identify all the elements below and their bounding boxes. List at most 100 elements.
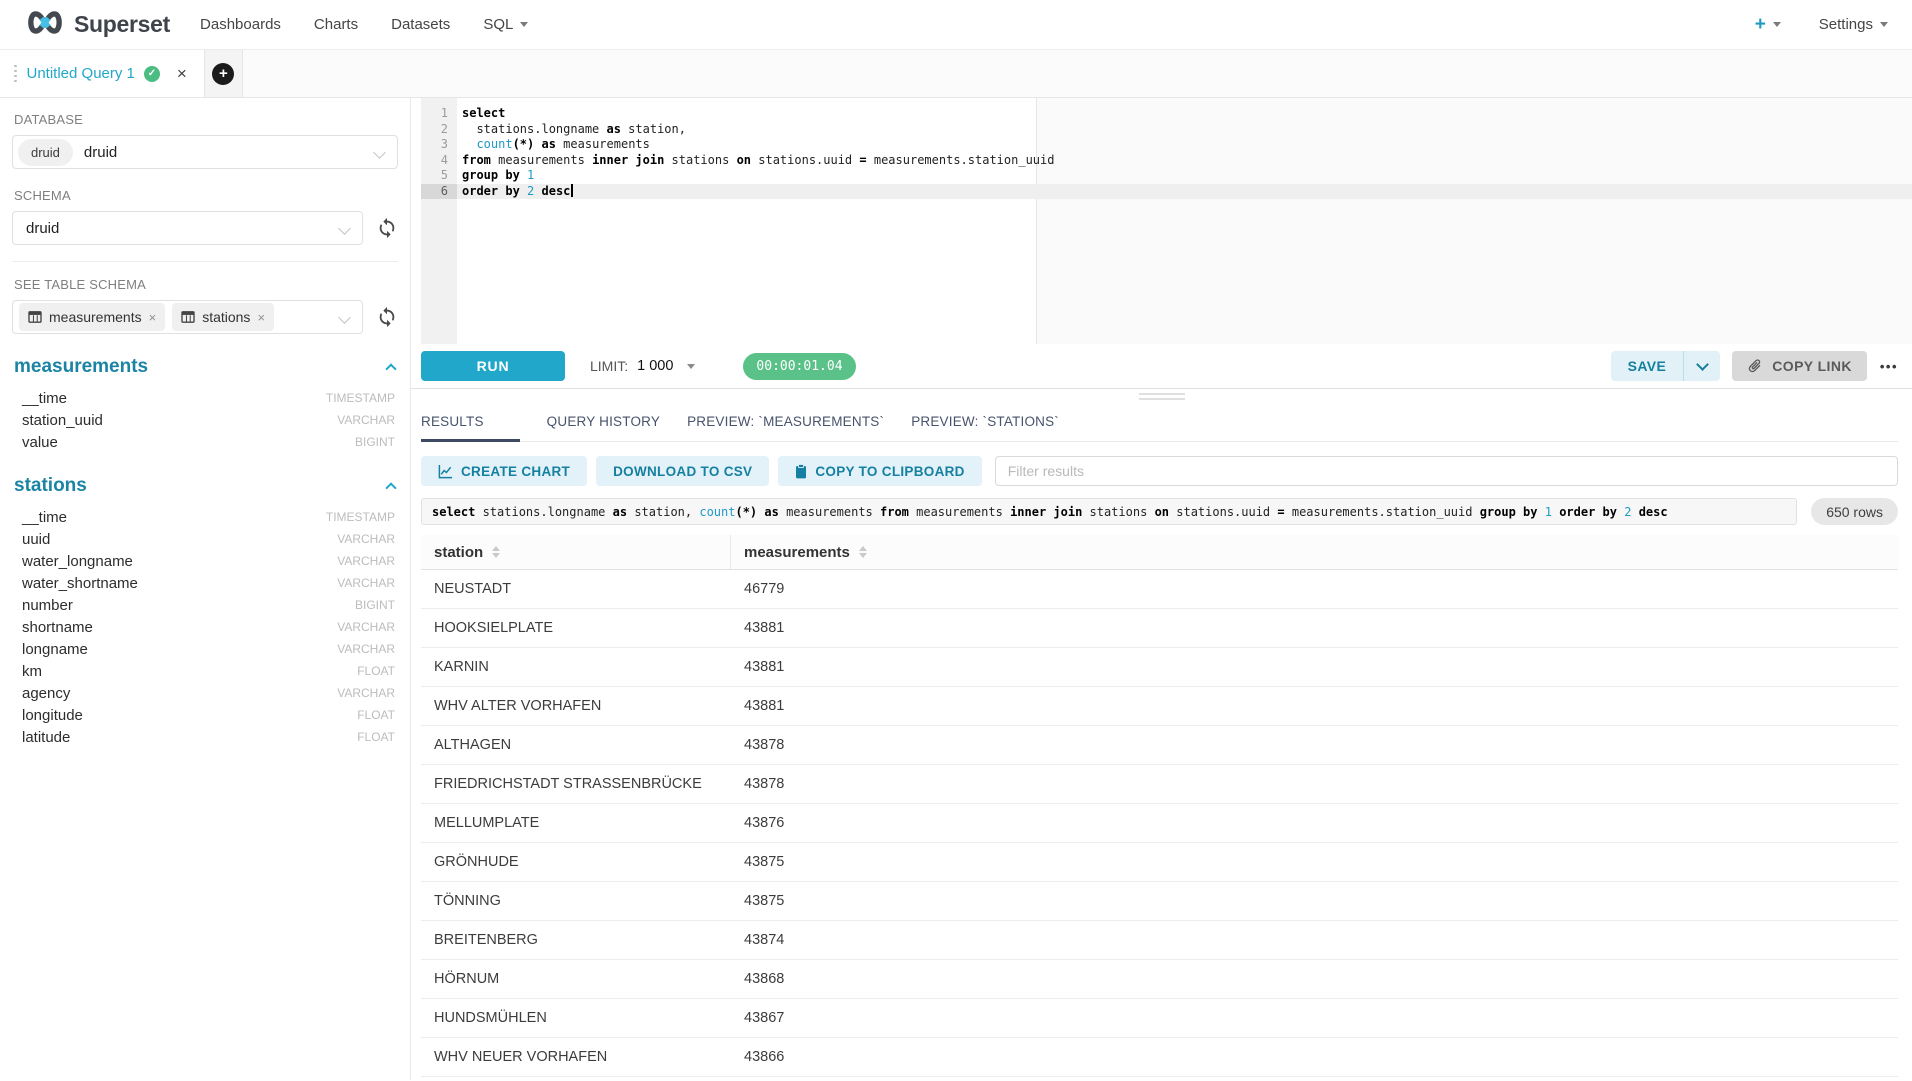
table-schema-select[interactable]: measurements × stations × xyxy=(12,300,363,334)
column-type: TIMESTAMP xyxy=(326,510,395,524)
drag-handle-icon[interactable] xyxy=(14,65,17,83)
remove-chip-icon[interactable]: × xyxy=(257,311,265,324)
results-tab-preview-stations[interactable]: PREVIEW: `STATIONS` xyxy=(911,414,1059,441)
sql-token: inner join xyxy=(592,153,664,167)
save-dropdown-button[interactable] xyxy=(1684,351,1720,381)
cell-station: FRIEDRICHSTADT STRASSENBRÜCKE xyxy=(421,776,731,792)
limit-dropdown[interactable]: LIMIT: 1 000 xyxy=(590,358,695,374)
column-name: water_longname xyxy=(22,553,133,570)
sql-token: desc xyxy=(542,184,571,198)
schema-column-row: longnameVARCHAR xyxy=(12,638,398,660)
table-chip-label: measurements xyxy=(49,309,142,325)
cell-station: MELLUMPLATE xyxy=(421,815,731,831)
nav-item-label: Charts xyxy=(314,16,358,33)
sort-icon[interactable] xyxy=(492,546,500,558)
table-chip-stations[interactable]: stations × xyxy=(172,303,274,331)
sql-token: 1 xyxy=(1545,505,1552,519)
splitter-grip-icon[interactable] xyxy=(1139,393,1185,403)
plus-icon: + xyxy=(1755,14,1766,36)
sql-token: group by xyxy=(1480,505,1538,519)
nav-item-sql[interactable]: SQL xyxy=(483,16,528,33)
nav-item-datasets[interactable]: Datasets xyxy=(391,16,450,33)
copy-clipboard-button[interactable]: COPY TO CLIPBOARD xyxy=(778,456,981,486)
remove-chip-icon[interactable]: × xyxy=(149,311,157,324)
table-row: HÖRNUM43868 xyxy=(421,960,1898,999)
top-nav: Superset Dashboards Charts Datasets SQL + S… xyxy=(0,0,1912,50)
schema-table-header-stations[interactable]: stations xyxy=(14,475,395,497)
close-icon[interactable]: × xyxy=(177,65,187,82)
sql-code-editor[interactable]: 123456 select stations.longname as stati… xyxy=(411,98,1912,344)
refresh-schema-icon[interactable] xyxy=(376,217,398,239)
superset-brand[interactable]: Superset xyxy=(25,10,170,40)
download-csv-button[interactable]: DOWNLOAD TO CSV xyxy=(596,456,769,486)
pane-splitter[interactable] xyxy=(411,388,1912,402)
column-name: __time xyxy=(22,509,67,526)
column-header-measurements[interactable]: measurements xyxy=(731,535,1898,569)
refresh-tables-icon[interactable] xyxy=(376,306,398,328)
superset-logo-icon xyxy=(25,10,65,40)
column-type: VARCHAR xyxy=(337,620,395,634)
table-row: TÖNNING43875 xyxy=(421,882,1898,921)
sql-token: select xyxy=(462,106,505,120)
schema-tables-list: measurements__timeTIMESTAMPstation_uuidV… xyxy=(12,356,398,748)
nav-settings-menu[interactable]: Settings xyxy=(1819,16,1888,33)
nav-add-button[interactable]: + xyxy=(1755,14,1781,36)
results-tab-preview-measurements[interactable]: PREVIEW: `MEASUREMENTS` xyxy=(687,414,884,441)
results-tab-results[interactable]: RESULTS xyxy=(421,414,520,442)
schema-select[interactable]: druid xyxy=(12,211,363,245)
column-type: BIGINT xyxy=(355,435,395,449)
sql-token xyxy=(534,137,541,151)
run-button[interactable]: RUN xyxy=(421,351,565,381)
query-tab-strip: Untitled Query 1 ✓ × + xyxy=(0,50,1912,98)
column-header-station[interactable]: station xyxy=(421,535,731,569)
chevron-down-icon xyxy=(338,311,351,324)
nav-item-charts[interactable]: Charts xyxy=(314,16,358,33)
more-actions-button[interactable]: ••• xyxy=(1880,359,1898,374)
nav-item-label: SQL xyxy=(483,16,513,33)
cell-measurements: 43868 xyxy=(731,971,1898,987)
table-chip-measurements[interactable]: measurements × xyxy=(19,303,165,331)
line-number: 4 xyxy=(421,153,457,169)
sql-token xyxy=(534,184,541,198)
sql-token: 2 xyxy=(1624,505,1631,519)
table-row: MELLUMPLATE43876 xyxy=(421,804,1898,843)
schema-table-header-measurements[interactable]: measurements xyxy=(14,356,395,378)
database-label: DATABASE xyxy=(14,112,398,127)
cell-measurements: 43874 xyxy=(731,932,1898,948)
sql-token: (*) xyxy=(513,137,535,151)
code-line: count(*) as measurements xyxy=(457,137,1912,153)
column-name: uuid xyxy=(22,531,50,548)
save-split-button[interactable]: SAVE xyxy=(1611,351,1721,381)
column-header-label: measurements xyxy=(744,544,850,561)
query-timer-badge: 00:00:01.04 xyxy=(743,353,855,380)
filter-results-input[interactable] xyxy=(995,456,1898,486)
column-type: VARCHAR xyxy=(337,576,395,590)
table-chip-label: stations xyxy=(202,309,250,325)
database-value: druid xyxy=(84,144,117,161)
results-tab-query-history[interactable]: QUERY HISTORY xyxy=(547,414,660,441)
query-tab-active[interactable]: Untitled Query 1 ✓ × xyxy=(0,50,205,97)
database-chip: druid xyxy=(18,139,73,166)
sort-icon[interactable] xyxy=(859,546,867,558)
sql-token: order by xyxy=(462,184,520,198)
sql-token: = xyxy=(1277,505,1284,519)
cell-station: ALTHAGEN xyxy=(421,737,731,753)
nav-menu: Dashboards Charts Datasets SQL xyxy=(200,16,561,33)
nav-item-dashboards[interactable]: Dashboards xyxy=(200,16,281,33)
settings-label: Settings xyxy=(1819,16,1873,33)
plus-icon: + xyxy=(212,63,234,85)
copy-clipboard-label: COPY TO CLIPBOARD xyxy=(815,464,964,479)
limit-value: 1 000 xyxy=(637,358,673,374)
editor-code-area[interactable]: select stations.longname as station, cou… xyxy=(457,98,1912,344)
column-type: FLOAT xyxy=(357,708,395,722)
column-name: km xyxy=(22,663,42,680)
column-name: shortname xyxy=(22,619,93,636)
database-select[interactable]: druid druid xyxy=(12,135,398,169)
query-tab-title: Untitled Query 1 xyxy=(27,65,135,82)
table-row: HUNDSMÜHLEN43867 xyxy=(421,999,1898,1038)
create-chart-button[interactable]: CREATE CHART xyxy=(421,456,587,486)
new-query-tab-button[interactable]: + xyxy=(205,50,243,97)
copy-link-button[interactable]: COPY LINK xyxy=(1732,351,1867,381)
column-type: FLOAT xyxy=(357,730,395,744)
save-button[interactable]: SAVE xyxy=(1611,351,1684,381)
